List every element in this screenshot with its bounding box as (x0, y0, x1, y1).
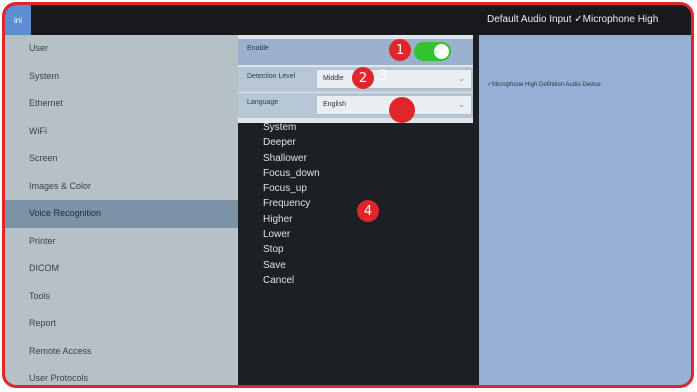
enable-toggle[interactable] (414, 42, 451, 61)
detection-level-value: Middle (323, 75, 344, 82)
settings-sidebar: User System Ethernet WiFi Screen Images … (5, 35, 238, 385)
detection-level-select[interactable]: Middle ⌄ (316, 69, 472, 89)
sidebar-item-voice-recognition[interactable]: Voice Recognition (5, 200, 238, 228)
enable-row: Enable (238, 39, 473, 65)
audio-input-panel: ✓Microphone High Definition Audio Device (479, 35, 691, 385)
sidebar-item-printer[interactable]: Printer (5, 228, 238, 256)
sidebar-item-screen[interactable]: Screen (5, 145, 238, 173)
chevron-down-icon: ⌄ (458, 74, 465, 83)
sidebar-item-wifi[interactable]: WiFi (5, 118, 238, 146)
callout-marker-4: 4 (357, 200, 379, 222)
command-item: Focus_down (263, 167, 320, 179)
chevron-down-icon: ⌄ (458, 100, 465, 109)
command-item: Cancel (263, 274, 295, 286)
toggle-knob (434, 44, 449, 59)
detection-level-label: Detection Level (247, 73, 296, 80)
language-value: English (323, 101, 346, 108)
command-item: Shallower (263, 152, 307, 164)
enable-label: Enable (247, 45, 269, 52)
callout-marker-blank (389, 97, 415, 123)
callout-marker-3: 3 (379, 68, 388, 84)
callout-marker-1: 1 (389, 39, 411, 61)
language-label: Language (247, 99, 279, 106)
audio-device-option[interactable]: ✓Microphone High Definition Audio Device (487, 81, 601, 88)
sidebar-item-report[interactable]: Report (5, 310, 238, 338)
app-tab[interactable]: ini (5, 5, 31, 35)
sidebar-item-tools[interactable]: Tools (5, 283, 238, 311)
sidebar-item-remote-access[interactable]: Remote Access (5, 338, 238, 366)
sidebar-item-ethernet[interactable]: Ethernet (5, 90, 238, 118)
command-item: Stop (263, 244, 284, 256)
language-row: Language English ⌄ (238, 93, 473, 118)
callout-marker-2: 2 (352, 67, 374, 89)
sidebar-item-user[interactable]: User (5, 35, 238, 63)
sidebar-item-system[interactable]: System (5, 63, 238, 91)
audio-input-header: Default Audio Input ✓Microphone High (487, 14, 659, 25)
command-item: Lower (263, 229, 291, 241)
command-item: Focus_up (263, 183, 307, 195)
sidebar-item-images-color[interactable]: Images & Color (5, 173, 238, 201)
sidebar-item-user-protocols[interactable]: User Protocols (5, 365, 238, 385)
command-item: Save (263, 259, 286, 271)
command-item: Deeper (263, 137, 296, 149)
command-item: System (263, 122, 297, 133)
app-window: ini User System Ethernet WiFi Screen Ima… (2, 2, 694, 388)
sidebar-item-dicom[interactable]: DICOM (5, 255, 238, 283)
